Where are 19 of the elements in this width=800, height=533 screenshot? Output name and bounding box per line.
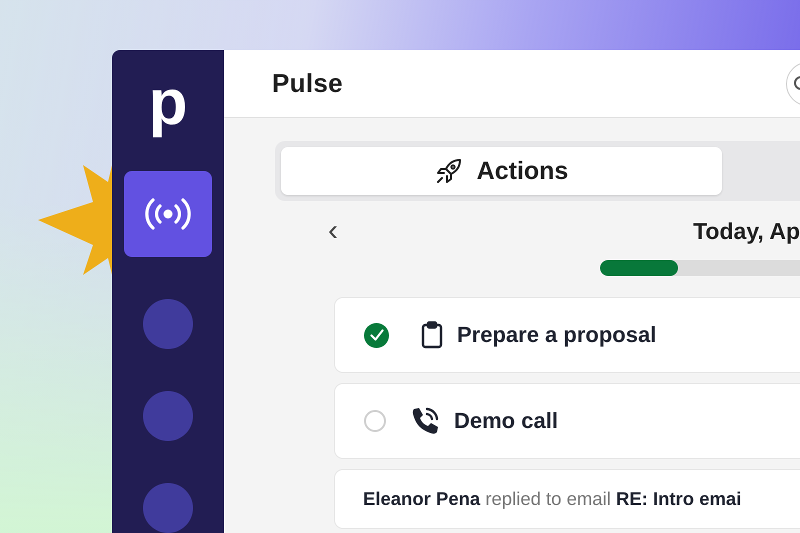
activity-text: Eleanor Pena replied to email RE: Intro emai [363,488,742,510]
logo: p [148,70,188,140]
task-title: Demo call [454,408,558,434]
nav-placeholder-button[interactable] [143,299,193,349]
broadcast-icon [143,196,193,231]
rocket-icon [434,157,463,185]
pulse-nav-button[interactable] [124,170,212,257]
actions-tab[interactable]: Actions [281,147,722,195]
task-title: Prepare a proposal [457,322,656,348]
task-checkbox[interactable] [364,322,389,348]
previous-day-button[interactable]: ‹ [328,216,338,246]
date-label: Today, Ap [693,218,800,244]
task-checkbox[interactable] [364,410,386,432]
clipboard-icon [421,321,443,349]
checkmark-icon [370,329,384,341]
phone-icon [410,406,440,436]
page-title: Pulse [272,68,343,99]
nav-placeholder-button[interactable] [143,391,193,441]
nav-placeholder-button[interactable] [143,483,193,533]
